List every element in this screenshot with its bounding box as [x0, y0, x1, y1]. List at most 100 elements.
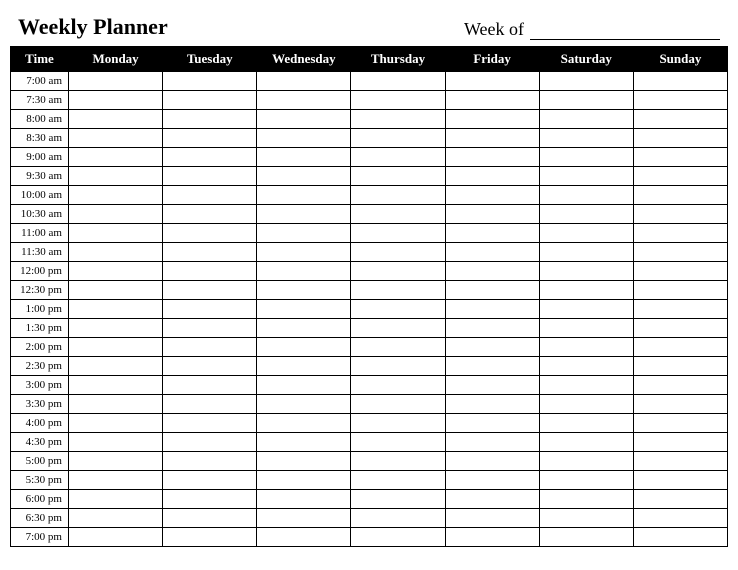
slot-cell[interactable]	[163, 167, 257, 186]
slot-cell[interactable]	[445, 262, 539, 281]
slot-cell[interactable]	[163, 452, 257, 471]
slot-cell[interactable]	[351, 509, 445, 528]
slot-cell[interactable]	[163, 338, 257, 357]
slot-cell[interactable]	[351, 338, 445, 357]
slot-cell[interactable]	[163, 129, 257, 148]
slot-cell[interactable]	[445, 490, 539, 509]
slot-cell[interactable]	[69, 186, 163, 205]
slot-cell[interactable]	[539, 471, 633, 490]
slot-cell[interactable]	[445, 471, 539, 490]
slot-cell[interactable]	[257, 452, 351, 471]
slot-cell[interactable]	[163, 300, 257, 319]
slot-cell[interactable]	[445, 167, 539, 186]
slot-cell[interactable]	[69, 338, 163, 357]
slot-cell[interactable]	[351, 243, 445, 262]
slot-cell[interactable]	[351, 471, 445, 490]
slot-cell[interactable]	[633, 186, 727, 205]
slot-cell[interactable]	[445, 338, 539, 357]
slot-cell[interactable]	[163, 205, 257, 224]
slot-cell[interactable]	[633, 509, 727, 528]
slot-cell[interactable]	[633, 148, 727, 167]
slot-cell[interactable]	[257, 433, 351, 452]
slot-cell[interactable]	[351, 72, 445, 91]
slot-cell[interactable]	[163, 72, 257, 91]
slot-cell[interactable]	[69, 395, 163, 414]
slot-cell[interactable]	[633, 319, 727, 338]
slot-cell[interactable]	[351, 490, 445, 509]
slot-cell[interactable]	[163, 357, 257, 376]
slot-cell[interactable]	[351, 186, 445, 205]
slot-cell[interactable]	[539, 376, 633, 395]
slot-cell[interactable]	[445, 433, 539, 452]
slot-cell[interactable]	[351, 148, 445, 167]
slot-cell[interactable]	[163, 224, 257, 243]
slot-cell[interactable]	[445, 224, 539, 243]
slot-cell[interactable]	[539, 357, 633, 376]
slot-cell[interactable]	[257, 471, 351, 490]
slot-cell[interactable]	[539, 433, 633, 452]
slot-cell[interactable]	[69, 224, 163, 243]
slot-cell[interactable]	[69, 148, 163, 167]
slot-cell[interactable]	[633, 110, 727, 129]
slot-cell[interactable]	[257, 509, 351, 528]
slot-cell[interactable]	[633, 414, 727, 433]
slot-cell[interactable]	[257, 528, 351, 547]
slot-cell[interactable]	[633, 357, 727, 376]
slot-cell[interactable]	[445, 414, 539, 433]
slot-cell[interactable]	[69, 167, 163, 186]
slot-cell[interactable]	[163, 148, 257, 167]
slot-cell[interactable]	[633, 262, 727, 281]
slot-cell[interactable]	[69, 471, 163, 490]
slot-cell[interactable]	[351, 91, 445, 110]
slot-cell[interactable]	[163, 110, 257, 129]
slot-cell[interactable]	[257, 243, 351, 262]
slot-cell[interactable]	[539, 490, 633, 509]
slot-cell[interactable]	[351, 262, 445, 281]
slot-cell[interactable]	[539, 338, 633, 357]
slot-cell[interactable]	[633, 129, 727, 148]
slot-cell[interactable]	[445, 110, 539, 129]
slot-cell[interactable]	[539, 414, 633, 433]
slot-cell[interactable]	[539, 129, 633, 148]
slot-cell[interactable]	[163, 528, 257, 547]
weekof-blank-line[interactable]	[530, 26, 720, 40]
slot-cell[interactable]	[69, 110, 163, 129]
slot-cell[interactable]	[539, 224, 633, 243]
slot-cell[interactable]	[445, 186, 539, 205]
slot-cell[interactable]	[163, 433, 257, 452]
slot-cell[interactable]	[633, 395, 727, 414]
slot-cell[interactable]	[539, 319, 633, 338]
slot-cell[interactable]	[257, 319, 351, 338]
slot-cell[interactable]	[257, 395, 351, 414]
slot-cell[interactable]	[163, 414, 257, 433]
slot-cell[interactable]	[69, 452, 163, 471]
slot-cell[interactable]	[633, 433, 727, 452]
slot-cell[interactable]	[351, 357, 445, 376]
slot-cell[interactable]	[163, 395, 257, 414]
slot-cell[interactable]	[69, 376, 163, 395]
slot-cell[interactable]	[257, 414, 351, 433]
slot-cell[interactable]	[539, 281, 633, 300]
slot-cell[interactable]	[69, 414, 163, 433]
slot-cell[interactable]	[633, 91, 727, 110]
slot-cell[interactable]	[539, 300, 633, 319]
slot-cell[interactable]	[445, 528, 539, 547]
slot-cell[interactable]	[257, 224, 351, 243]
slot-cell[interactable]	[257, 262, 351, 281]
slot-cell[interactable]	[351, 281, 445, 300]
slot-cell[interactable]	[163, 262, 257, 281]
slot-cell[interactable]	[539, 167, 633, 186]
slot-cell[interactable]	[163, 91, 257, 110]
slot-cell[interactable]	[351, 129, 445, 148]
slot-cell[interactable]	[163, 376, 257, 395]
slot-cell[interactable]	[69, 300, 163, 319]
slot-cell[interactable]	[351, 395, 445, 414]
slot-cell[interactable]	[633, 205, 727, 224]
slot-cell[interactable]	[633, 376, 727, 395]
slot-cell[interactable]	[539, 452, 633, 471]
slot-cell[interactable]	[69, 281, 163, 300]
slot-cell[interactable]	[539, 72, 633, 91]
slot-cell[interactable]	[445, 129, 539, 148]
slot-cell[interactable]	[257, 205, 351, 224]
slot-cell[interactable]	[633, 490, 727, 509]
